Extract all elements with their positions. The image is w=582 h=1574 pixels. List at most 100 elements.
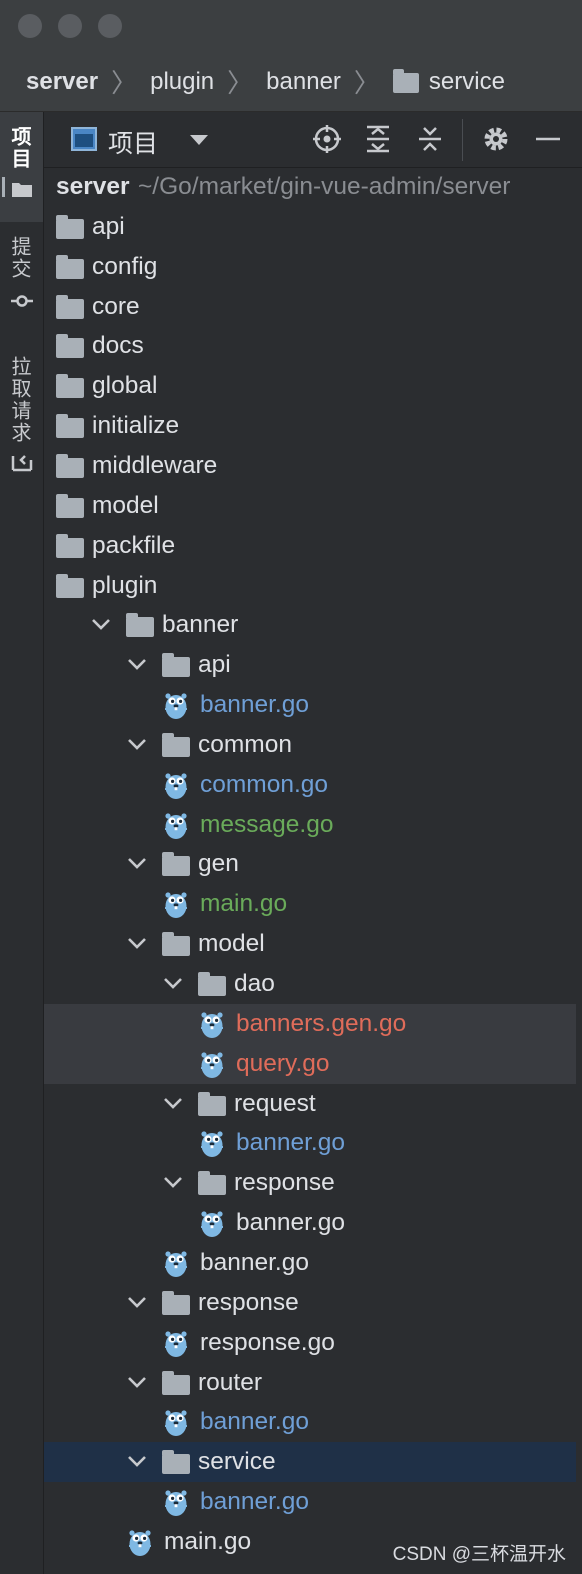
tree-folder-row[interactable]: request <box>44 1084 576 1124</box>
folder-icon <box>56 414 84 438</box>
folder-icon <box>56 334 84 358</box>
chevron-down-icon[interactable] <box>190 135 208 145</box>
folder-icon <box>162 653 190 677</box>
tree-folder-row[interactable]: api <box>44 207 576 247</box>
breadcrumb-item-server[interactable]: server <box>26 68 98 96</box>
tree-folder-row[interactable]: banner <box>44 605 576 645</box>
folder-name: service <box>198 1448 276 1475</box>
tab-pull-requests[interactable]: 拉取请求 <box>8 356 34 444</box>
go-file-icon <box>200 1129 224 1158</box>
tree-root-row[interactable]: server ~/Go/market/gin-vue-admin/server <box>2 167 576 207</box>
folder-icon <box>56 215 84 239</box>
toolbar-divider <box>462 119 463 161</box>
tree-folder-row[interactable]: core <box>44 287 576 327</box>
tree-file-row[interactable]: message.go <box>44 805 576 845</box>
tree-folder-row[interactable]: global <box>44 366 576 406</box>
tree-folder-row[interactable]: middleware <box>44 446 576 486</box>
chevron-down-icon[interactable] <box>90 613 112 635</box>
chevron-down-icon[interactable] <box>162 1092 184 1114</box>
folder-icon <box>56 255 84 279</box>
go-file-icon <box>164 1408 188 1437</box>
tree-folder-row[interactable]: api <box>44 645 576 685</box>
go-file-icon <box>164 771 188 800</box>
tree-file-row[interactable]: main.go <box>44 884 576 924</box>
close-window-button[interactable] <box>18 14 42 38</box>
folder-name: initialize <box>92 412 180 439</box>
tree-file-row[interactable]: common.go <box>44 765 576 805</box>
folder-icon <box>392 68 419 93</box>
tree-folder-row[interactable]: packfile <box>44 526 576 566</box>
pull-request-icon <box>11 455 33 472</box>
expand-all-icon[interactable] <box>362 123 394 155</box>
folder-icon <box>56 494 84 518</box>
tree-file-row[interactable]: banner.go <box>44 1203 576 1243</box>
folder-name: config <box>92 253 158 280</box>
breadcrumb-item-banner[interactable]: banner <box>266 68 341 96</box>
tree-file-row[interactable]: banner.go <box>44 1243 576 1283</box>
file-name: banners.gen.go <box>236 1010 407 1037</box>
title-bar <box>0 0 582 52</box>
tree-file-row[interactable]: banners.gen.go <box>44 1004 576 1044</box>
project-view-selector[interactable]: 项目 <box>108 124 158 160</box>
breadcrumb-item-plugin[interactable]: plugin <box>150 68 214 96</box>
folder-name: request <box>234 1090 316 1117</box>
tree-folder-row[interactable]: router <box>44 1363 576 1403</box>
chevron-down-icon[interactable] <box>126 852 148 874</box>
collapse-all-icon[interactable] <box>414 123 446 155</box>
folder-icon <box>162 932 190 956</box>
tab-project[interactable]: 项目 <box>8 126 34 170</box>
minimize-window-button[interactable] <box>58 14 82 38</box>
chevron-down-icon[interactable] <box>126 1291 148 1313</box>
folder-name: router <box>198 1369 263 1396</box>
tree-file-row[interactable]: banner.go <box>44 1123 576 1163</box>
folder-icon <box>56 574 84 598</box>
file-name: message.go <box>200 811 334 838</box>
folder-name: plugin <box>92 572 158 599</box>
breadcrumb: server 〉 plugin 〉 banner 〉 service <box>0 52 582 112</box>
tree-folder-row[interactable]: plugin <box>44 566 576 606</box>
go-file-icon <box>200 1050 224 1079</box>
folder-name: api <box>92 213 125 240</box>
locate-icon[interactable] <box>311 123 343 155</box>
chevron-down-icon[interactable] <box>162 972 184 994</box>
root-marker <box>2 177 5 197</box>
chevron-down-icon[interactable] <box>162 1171 184 1193</box>
file-name: banner.go <box>236 1129 345 1156</box>
file-name: query.go <box>236 1050 330 1077</box>
chevron-down-icon[interactable] <box>126 1450 148 1472</box>
chevron-down-icon[interactable] <box>126 733 148 755</box>
project-view-icon <box>71 127 97 151</box>
folder-icon <box>56 454 84 478</box>
chevron-down-icon[interactable] <box>126 1371 148 1393</box>
tree-folder-row[interactable]: gen <box>44 844 576 884</box>
folder-name: model <box>92 492 159 519</box>
tree-file-row[interactable]: banner.go <box>44 685 576 725</box>
tree-file-row[interactable]: response.go <box>44 1323 576 1363</box>
folder-icon <box>56 374 84 398</box>
tree-folder-row[interactable]: model <box>44 924 576 964</box>
tree-folder-row[interactable]: common <box>44 725 576 765</box>
chevron-down-icon[interactable] <box>126 932 148 954</box>
settings-icon[interactable] <box>480 123 512 155</box>
tree-file-row[interactable]: banner.go <box>44 1482 576 1522</box>
zoom-window-button[interactable] <box>98 14 122 38</box>
tree-folder-row[interactable]: docs <box>44 326 576 366</box>
go-file-icon <box>164 890 188 919</box>
tree-file-row[interactable]: query.go <box>44 1044 576 1084</box>
tree-folder-row[interactable]: dao <box>44 964 576 1004</box>
folder-icon <box>198 972 226 996</box>
go-file-icon <box>200 1010 224 1039</box>
tree-folder-row[interactable]: config <box>44 247 576 287</box>
tree-folder-row[interactable]: service <box>44 1442 576 1482</box>
file-name: main.go <box>164 1528 252 1555</box>
tree-folder-row[interactable]: response <box>44 1163 576 1203</box>
chevron-down-icon[interactable] <box>126 653 148 675</box>
tree-folder-row[interactable]: response <box>44 1283 576 1323</box>
tree-folder-row[interactable]: initialize <box>44 406 576 446</box>
tab-commit[interactable]: 提交 <box>8 236 34 280</box>
tree-folder-row[interactable]: model <box>44 486 576 526</box>
breadcrumb-item-service[interactable]: service <box>429 68 505 96</box>
folder-icon <box>56 534 84 558</box>
tree-file-row[interactable]: banner.go <box>44 1402 576 1442</box>
minimize-icon[interactable] <box>532 123 564 155</box>
